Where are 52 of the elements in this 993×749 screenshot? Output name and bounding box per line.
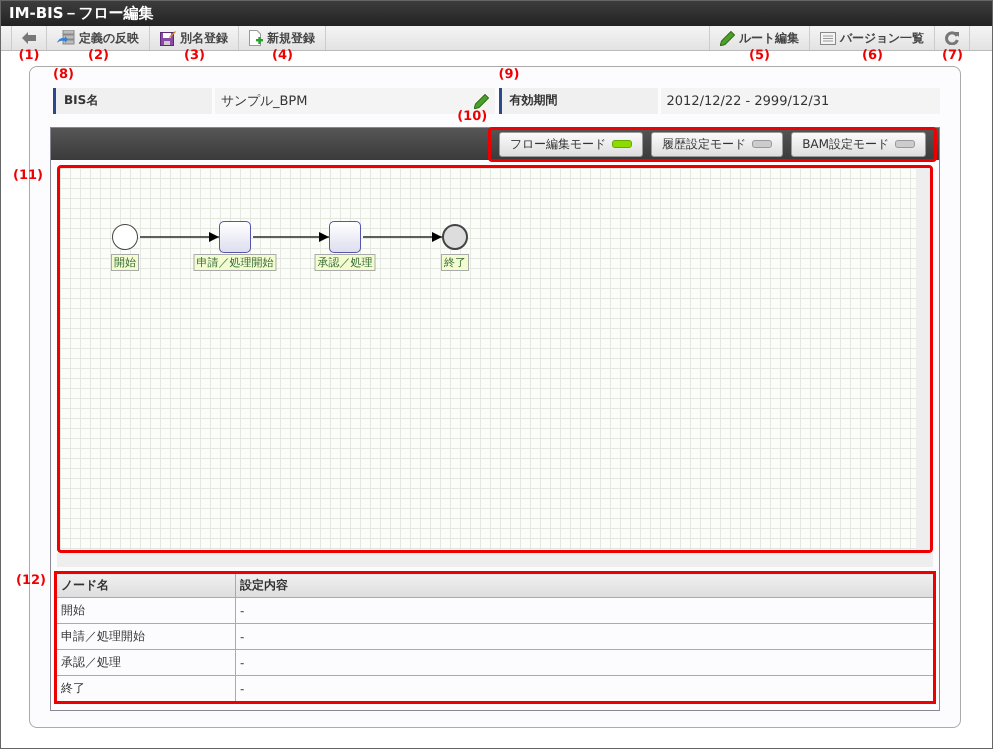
window-title: IM-BIS－フロー編集 <box>9 4 154 23</box>
server-icon <box>57 30 75 46</box>
callout-label: (9) <box>498 67 520 82</box>
node-label: 終了 <box>441 254 469 271</box>
table-cell: - <box>236 598 934 624</box>
table-cell: 申請／処理開始 <box>56 624 236 650</box>
node-label: 承認／処理 <box>314 254 376 271</box>
callout-label: (8) <box>53 67 74 82</box>
list-icon <box>820 32 836 44</box>
node-label: 申請／処理開始 <box>194 254 276 271</box>
mode-button[interactable]: フロー編集モード <box>499 132 644 156</box>
field-label: 有効期間 <box>498 88 658 114</box>
node-label: 開始 <box>111 254 139 271</box>
refresh-icon <box>945 31 959 45</box>
callout-label: (11) <box>13 168 43 183</box>
end-node[interactable] <box>442 224 468 250</box>
table-cell: 開始 <box>56 598 236 624</box>
table-cell: 承認／処理 <box>56 650 236 676</box>
callout-label: (7) <box>942 48 963 63</box>
table-cell: - <box>236 624 934 650</box>
pencil-icon[interactable] <box>474 94 488 108</box>
mode-button[interactable]: 履歴設定モード <box>651 132 784 156</box>
toolbar-button[interactable]: 別名登録 <box>150 26 239 50</box>
column-header: 設定内容 <box>236 572 934 598</box>
field-text: 2012/12/22 - 2999/12/31 <box>666 94 830 108</box>
table-cell: 終了 <box>56 676 236 702</box>
toolbar-button[interactable]: 定義の反映 <box>47 26 150 50</box>
toolbar-button[interactable]: ルート編集 <box>709 26 810 50</box>
pencil-icon <box>720 30 735 46</box>
column-header: ノード名 <box>56 572 236 598</box>
task-node[interactable] <box>329 221 361 253</box>
callout-label: (2) <box>88 48 109 63</box>
start-node[interactable] <box>112 224 138 250</box>
callout-label: (12) <box>16 573 46 588</box>
toolbar-button[interactable]: 新規登録 <box>239 26 326 50</box>
callout-label: (4) <box>272 48 293 63</box>
task-node[interactable] <box>219 221 251 253</box>
field-label: BIS名 <box>53 88 212 114</box>
new-document-icon <box>249 30 263 46</box>
callout-label: (3) <box>184 48 205 63</box>
back-arrow-icon <box>22 32 36 44</box>
mode-button[interactable]: BAM設定モード <box>791 132 926 156</box>
floppy-pencil-icon <box>160 30 176 46</box>
toolbar-button[interactable]: バージョン一覧 <box>810 26 935 50</box>
callout-label: (6) <box>862 48 883 63</box>
callout-label: (5) <box>749 48 770 63</box>
table-cell: - <box>236 676 934 702</box>
callout-label: (1) <box>18 48 40 63</box>
callout-label: (10) <box>457 108 488 124</box>
field-text: サンプル_BPM <box>221 93 308 110</box>
table-cell: - <box>236 650 934 676</box>
toolbar-button[interactable] <box>11 26 47 50</box>
